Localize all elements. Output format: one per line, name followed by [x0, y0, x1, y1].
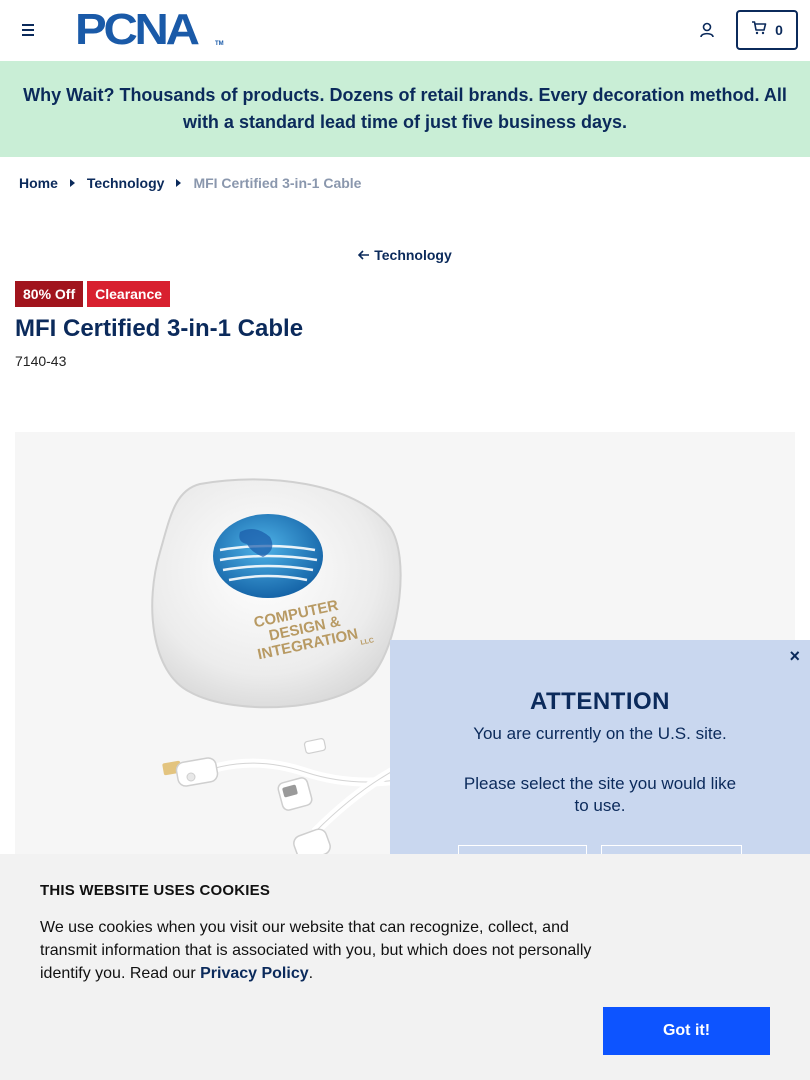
cart-button[interactable]: 0 [736, 10, 798, 50]
promo-banner: Why Wait? Thousands of products. Dozens … [0, 61, 810, 157]
back-link-label: Technology [374, 247, 452, 263]
cart-icon [751, 20, 767, 40]
cookie-accept-button[interactable]: Got it! [603, 1007, 770, 1055]
page: PCNA TM 0 Why Wait? Thousands of product… [0, 0, 810, 1080]
cookie-banner: THIS WEBSITE USES COOKIES We use cookies… [0, 854, 810, 1080]
popup-instruction: Please select the site you would like to… [463, 774, 737, 815]
site-header: PCNA TM 0 [0, 0, 810, 61]
product-title: MFI Certified 3-in-1 Cable [15, 315, 304, 342]
privacy-policy-link[interactable]: Privacy Policy [200, 965, 309, 982]
breadcrumb-technology[interactable]: Technology [87, 175, 165, 191]
popup-current-site: You are currently on the U.S. site. [473, 724, 727, 743]
pcna-logo[interactable]: PCNA TM [75, 5, 225, 54]
menu-icon[interactable] [20, 22, 36, 38]
caret-right-icon [176, 179, 182, 187]
user-icon[interactable] [698, 21, 716, 39]
promo-text: Why Wait? Thousands of products. Dozens … [23, 85, 787, 132]
close-icon[interactable]: × [789, 646, 800, 667]
logo-text: PCNA [75, 5, 200, 54]
arrow-left-icon [358, 250, 370, 260]
popup-title: ATTENTION [529, 688, 671, 715]
cart-count: 0 [775, 22, 783, 38]
cookie-text: We use cookies when you visit our websit… [40, 916, 600, 985]
cookie-body: We use cookies when you visit our websit… [40, 919, 592, 982]
breadcrumb-home[interactable]: Home [19, 175, 58, 191]
clearance-badge: Clearance [87, 281, 171, 307]
product-sku: 7140-43 [15, 353, 67, 369]
discount-badge: 80% Off [15, 281, 84, 307]
back-to-category-link[interactable]: Technology [358, 247, 452, 263]
cookie-end: . [308, 965, 314, 982]
back-link-container: Technology [0, 247, 810, 263]
breadcrumb: Home Technology MFI Certified 3-in-1 Cab… [19, 175, 361, 191]
product-badges: 80% Off Clearance [15, 281, 171, 307]
caret-right-icon [69, 179, 75, 187]
cookie-title: THIS WEBSITE USES COOKIES [40, 882, 271, 899]
logo-trademark: TM [215, 41, 224, 47]
breadcrumb-current: MFI Certified 3-in-1 Cable [193, 175, 362, 191]
